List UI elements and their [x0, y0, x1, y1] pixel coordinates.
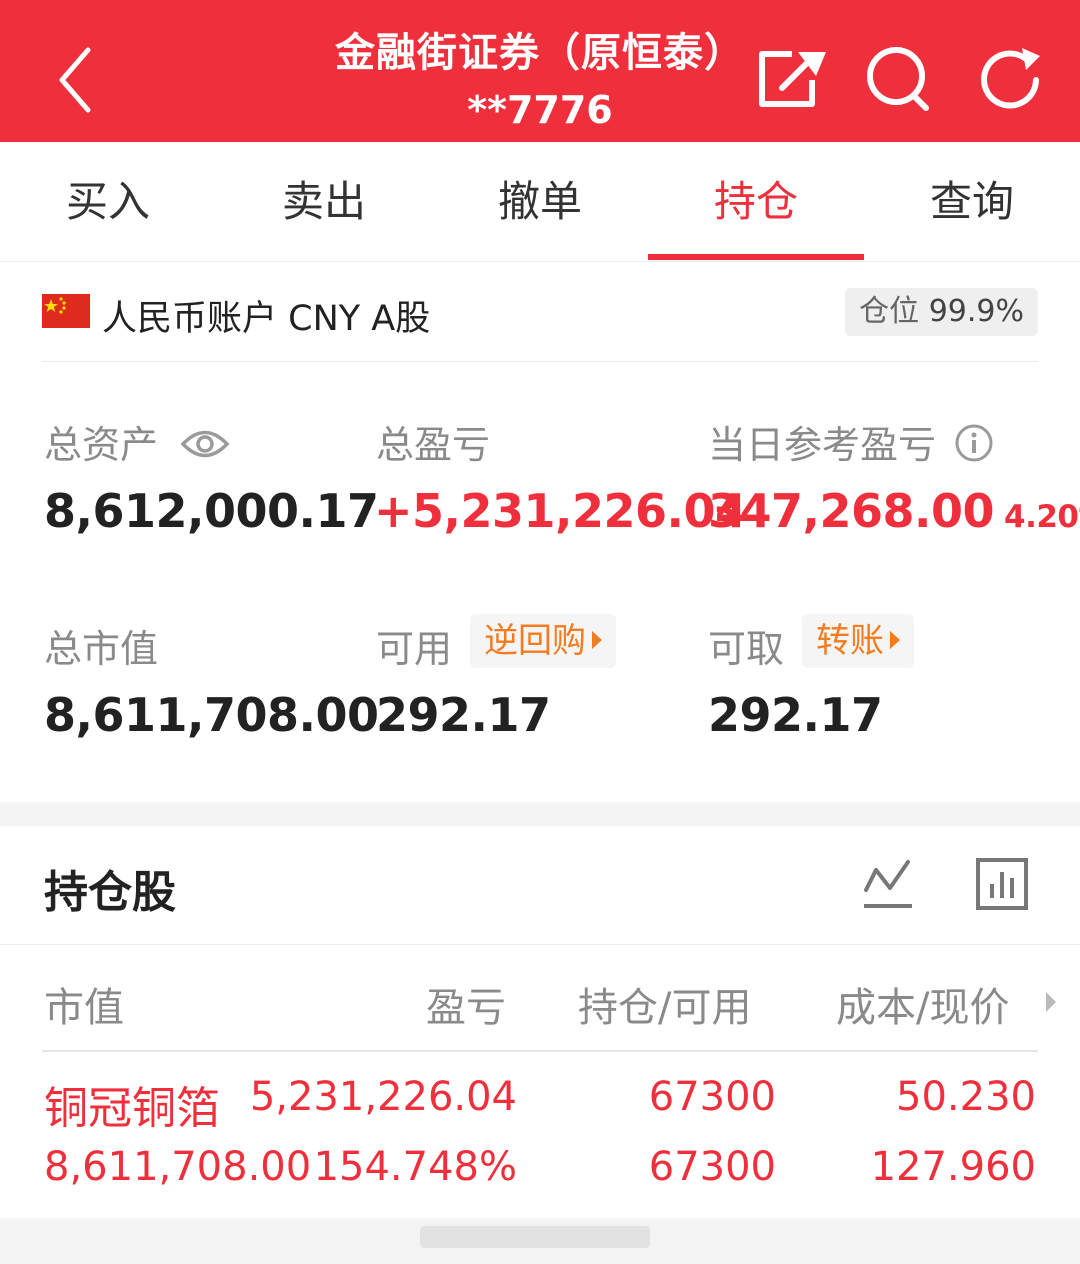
share-icon[interactable] [752, 40, 832, 120]
holdings-divider [0, 944, 1080, 945]
total-pnl-value: +5,231,226.04 [374, 484, 747, 538]
stock-price: 127.960 [870, 1144, 1036, 1190]
active-tab-indicator [648, 254, 864, 260]
position-ratio-value: 99.9% [928, 294, 1024, 329]
chevron-right-icon[interactable] [1044, 990, 1058, 1018]
back-icon[interactable] [48, 40, 108, 120]
reverse-repo-label: 逆回购 [484, 621, 586, 661]
tab-query[interactable]: 查询 [864, 142, 1080, 262]
broker-title: 金融街证券（原恒泰） [335, 30, 745, 76]
col-header-pnl[interactable]: 盈亏 [426, 975, 506, 1033]
holdings-title: 持仓股 [44, 867, 176, 918]
scroll-placeholder-bar [420, 1226, 650, 1248]
bar-chart-icon[interactable] [974, 856, 1030, 912]
total-assets-label-group: 总资产 [44, 414, 230, 470]
search-icon[interactable] [860, 40, 940, 120]
daily-pnl-value-group: 347,268.004.20% [708, 484, 1080, 538]
available-value: 292.17 [376, 688, 551, 742]
tab-cancel[interactable]: 撤单 [432, 142, 648, 262]
total-assets-value: 8,612,000.17 [44, 484, 379, 538]
col-header-cost-price[interactable]: 成本/现价 [836, 975, 1009, 1033]
stock-pnl: 5,231,226.04 [249, 1074, 517, 1120]
withdrawable-label: 可取 [708, 627, 785, 671]
stock-cost: 50.230 [896, 1074, 1036, 1120]
position-ratio-badge: 仓位 99.9% [845, 288, 1038, 336]
daily-pnl-label-group: 当日参考盈亏 [708, 414, 994, 472]
col-header-position[interactable]: 持仓/可用 [578, 975, 751, 1033]
stock-position: 67300 [648, 1074, 776, 1120]
position-ratio-label: 仓位 [859, 294, 920, 329]
daily-pnl-label: 当日参考盈亏 [708, 423, 937, 467]
total-assets-label: 总资产 [44, 423, 159, 467]
caret-right-icon [592, 630, 602, 649]
withdrawable-value: 292.17 [708, 688, 883, 742]
transfer-label: 转账 [816, 621, 884, 661]
refresh-icon[interactable] [972, 40, 1052, 120]
trend-chart-icon[interactable] [860, 856, 916, 912]
available-label: 可用 [376, 627, 453, 671]
daily-pnl-pct: 4.20% [1004, 499, 1080, 535]
market-value-label: 总市值 [44, 627, 159, 671]
account-number: **7776 [467, 88, 613, 132]
caret-right-icon [890, 630, 900, 649]
account-row[interactable]: 人民币账户 CNY A股 仓位 99.9% [42, 262, 1038, 362]
section-divider [0, 802, 1080, 826]
col-header-market-value[interactable]: 市值 [44, 975, 124, 1033]
stock-pnl-pct: 154.748% [313, 1144, 517, 1190]
trade-tabs: 买入 卖出 撤单 持仓 查询 [0, 142, 1080, 262]
total-pnl-label: 总盈亏 [376, 423, 491, 467]
eye-icon[interactable] [180, 426, 230, 470]
app-header: 金融街证券（原恒泰） **7776 [0, 0, 1080, 142]
stock-name: 铜冠铜箔 [44, 1083, 220, 1134]
stock-market-value: 8,611,708.00 [44, 1144, 312, 1190]
market-value-value: 8,611,708.00 [44, 688, 379, 742]
stock-available: 67300 [648, 1144, 776, 1190]
table-header-divider [42, 1050, 1038, 1052]
china-flag-icon [42, 294, 90, 328]
info-icon[interactable] [954, 423, 994, 472]
account-currency-label: 人民币账户 CNY A股 [102, 299, 431, 339]
tab-buy[interactable]: 买入 [0, 142, 216, 262]
transfer-button[interactable]: 转账 [802, 614, 914, 668]
daily-pnl-value: 347,268.00 [708, 484, 995, 538]
tab-positions[interactable]: 持仓 [648, 142, 864, 262]
tab-sell[interactable]: 卖出 [216, 142, 432, 262]
reverse-repo-button[interactable]: 逆回购 [470, 614, 616, 668]
